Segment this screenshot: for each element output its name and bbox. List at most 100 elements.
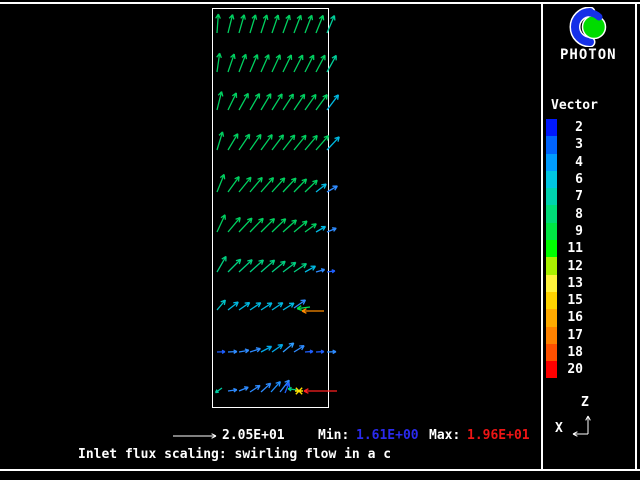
min-value: 1.61E+00 — [356, 429, 419, 443]
legend-swatch — [546, 154, 557, 171]
legend-swatch — [546, 309, 557, 326]
vector-arrow — [228, 54, 235, 72]
vector-arrow — [305, 55, 314, 72]
vector-arrow — [283, 343, 294, 352]
max-value: 1.96E+01 — [467, 429, 530, 443]
legend-title: Vector — [551, 99, 598, 113]
legend-value-label: 2 — [557, 121, 583, 134]
vector-arrow — [283, 303, 294, 310]
vector-arrow — [305, 266, 315, 272]
legend-entry: 8 — [546, 205, 583, 222]
vector-arrow — [294, 15, 301, 33]
legend-value-label: 8 — [557, 208, 583, 221]
vector-arrow — [228, 302, 238, 310]
vector-arrow — [316, 269, 325, 272]
legend-entry: 11 — [546, 240, 583, 257]
vector-arrow — [228, 259, 241, 272]
legend-value-label: 3 — [557, 138, 583, 151]
vector-arrow — [327, 16, 335, 33]
vector-arrow — [228, 134, 238, 150]
legend-value-label: 7 — [557, 190, 583, 203]
vector-arrow — [283, 135, 295, 150]
vector-arrow — [250, 348, 260, 352]
legend-swatch — [546, 240, 557, 257]
legend-value-label: 4 — [557, 156, 583, 169]
vector-arrow — [239, 15, 245, 33]
vector-arrow — [305, 350, 313, 353]
vector-arrow — [272, 135, 283, 150]
vector-arrow — [173, 434, 216, 439]
legend-entry: 15 — [546, 292, 583, 309]
vector-arrow — [272, 345, 283, 352]
legend-entry: 6 — [546, 171, 583, 188]
vector-arrow — [216, 14, 221, 33]
vector-arrow — [327, 137, 339, 150]
legend-value-label: 17 — [557, 329, 583, 342]
vector-arrow — [261, 135, 272, 150]
vector-arrow — [217, 53, 222, 72]
legend-swatch — [546, 223, 557, 240]
legend-entry: 16 — [546, 309, 583, 326]
vector-arrow — [316, 227, 326, 233]
plot-caption: Inlet flux scaling: swirling flow in a c — [78, 448, 391, 462]
legend-entry: 2 — [546, 119, 583, 136]
legend-entry: 3 — [546, 136, 583, 153]
vector-arrow — [327, 350, 336, 354]
vector-arrow — [250, 303, 261, 310]
legend-swatch — [546, 136, 557, 153]
vector-arrow — [586, 416, 591, 434]
vector-arrow — [327, 95, 338, 110]
vector-arrow — [261, 346, 272, 352]
legend-value-label: 13 — [557, 277, 583, 290]
vector-arrow — [316, 350, 324, 353]
vector-arrow — [327, 186, 337, 192]
vector-arrow — [294, 179, 307, 192]
legend-entry: 7 — [546, 188, 583, 205]
legend-value-label: 6 — [557, 173, 583, 186]
vector-arrow — [316, 15, 324, 33]
vector-arrow — [305, 224, 316, 232]
vector-arrow — [272, 178, 285, 192]
vector-arrow — [305, 94, 316, 110]
vector-arrow — [239, 93, 248, 110]
vector-arrow — [304, 389, 337, 394]
legend-swatch — [546, 205, 557, 222]
vector-arrow — [283, 178, 296, 192]
vector-arrow — [283, 94, 293, 110]
legend-swatch — [546, 188, 557, 205]
photon-window: PHOTON Vector 23467891112131516171820 Z … — [0, 0, 640, 480]
vector-arrow — [217, 300, 225, 310]
vector-arrow — [573, 432, 588, 437]
vector-arrow — [239, 260, 252, 272]
vector-arrow — [294, 135, 306, 150]
vector-arrow — [228, 15, 234, 33]
legend-value-label: 15 — [557, 294, 583, 307]
vector-arrow — [215, 388, 222, 393]
vector-arrow — [272, 94, 282, 110]
legend-entry: 20 — [546, 361, 583, 378]
legend-swatch — [546, 119, 557, 136]
legend-swatch — [546, 344, 557, 361]
vector-arrow — [272, 303, 283, 310]
vector-arrow — [316, 95, 327, 110]
vector-arrow — [239, 218, 252, 232]
vector-arrow — [294, 264, 306, 272]
vector-arrow — [316, 136, 328, 150]
legend-swatch — [546, 361, 557, 378]
legend-entry: 13 — [546, 275, 583, 292]
vector-arrow — [239, 303, 250, 310]
vector-arrow — [283, 15, 290, 33]
vector-arrow — [228, 93, 237, 110]
vector-arrow — [327, 55, 336, 72]
photon-logo-icon — [566, 7, 612, 47]
vector-arrow — [250, 55, 258, 72]
vector-arrow — [217, 215, 225, 232]
scale-arrow-value: 2.05E+01 — [222, 429, 285, 443]
vector-arrow — [250, 177, 262, 192]
vector-arrow — [239, 134, 250, 150]
vector-arrow — [305, 180, 317, 192]
vector-arrow — [217, 256, 226, 272]
vector-arrow — [217, 92, 223, 110]
vector-arrow — [327, 228, 336, 232]
legend-swatch — [546, 171, 557, 188]
